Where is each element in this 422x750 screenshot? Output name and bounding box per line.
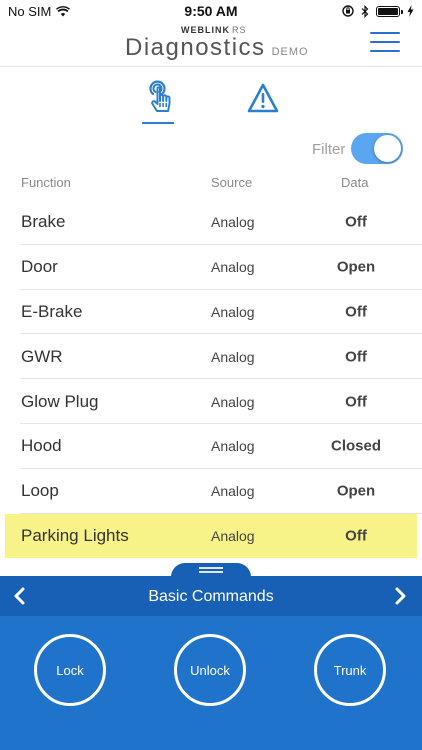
data-cell: Open <box>336 482 376 500</box>
header-divider <box>0 66 422 67</box>
source-cell: Analog <box>211 438 255 455</box>
status-left: No SIM <box>8 3 71 19</box>
source-cell: Analog <box>211 483 255 500</box>
menu-line <box>370 32 400 34</box>
active-tab-indicator <box>142 122 174 124</box>
trunk-label: Trunk <box>333 662 367 678</box>
demo-badge: DEMO <box>271 46 309 58</box>
source-cell: Analog <box>211 259 255 276</box>
source-cell: Analog <box>211 527 255 544</box>
lock-button[interactable]: Lock <box>34 634 106 706</box>
chevron-right-icon <box>395 587 406 605</box>
orientation-lock-icon <box>342 5 354 17</box>
source-cell: Analog <box>211 348 255 365</box>
handle-line <box>199 571 223 573</box>
function-cell: Door <box>21 257 58 277</box>
table-row[interactable]: E-Brake Analog Off <box>0 290 422 335</box>
source-cell: Analog <box>211 393 255 410</box>
handle-line <box>199 567 223 569</box>
data-cell: Off <box>345 393 367 411</box>
column-header-data: Data <box>341 175 369 190</box>
carrier-label: No SIM <box>8 3 52 19</box>
charging-bolt-icon <box>407 5 414 17</box>
table-row[interactable]: Hood Analog Closed <box>0 424 422 469</box>
toggle-knob <box>374 135 401 162</box>
bluetooth-icon <box>361 4 369 18</box>
data-cell: Closed <box>330 437 381 455</box>
unlock-button[interactable]: Unlock <box>174 634 246 706</box>
status-bar: No SIM 9:50 AM <box>0 0 422 22</box>
source-cell: Analog <box>211 214 255 231</box>
function-cell: GWR <box>21 346 63 366</box>
diagnostics-table: Brake Analog Off Door Analog Open E-Brak… <box>0 200 422 559</box>
function-cell: Hood <box>21 436 62 456</box>
column-header-source: Source <box>211 175 253 190</box>
battery-icon <box>376 5 403 17</box>
function-cell: E-Brake <box>21 301 83 321</box>
page-title-wrap: Diagnostics DEMO <box>125 34 309 62</box>
menu-line <box>370 50 400 52</box>
unlock-label: Unlock <box>190 662 230 678</box>
wifi-icon <box>56 5 71 16</box>
data-cell: Open <box>336 258 376 276</box>
table-row[interactable]: Glow Plug Analog Off <box>0 379 422 424</box>
page-title: Diagnostics <box>125 34 266 61</box>
commands-panel: Basic Commands Lock Unlock Trunk <box>0 576 422 750</box>
data-cell: Off <box>345 527 367 545</box>
filter-label: Filter <box>312 141 346 158</box>
battery-fill <box>378 7 398 15</box>
touch-hand-icon <box>149 80 171 112</box>
data-cell: Off <box>345 213 367 231</box>
function-cell: Brake <box>21 212 66 232</box>
commands-title: Basic Commands <box>148 588 274 605</box>
status-right <box>342 4 414 18</box>
data-cell: Off <box>345 348 367 366</box>
column-header-function: Function <box>21 175 71 190</box>
function-cell: Glow Plug <box>21 391 99 411</box>
source-cell: Analog <box>211 303 255 320</box>
warning-icon <box>247 83 279 113</box>
table-row[interactable]: Brake Analog Off <box>0 200 422 245</box>
hamburger-menu-button[interactable] <box>370 30 400 54</box>
table-row-highlighted[interactable]: Parking Lights Analog Off <box>5 513 417 559</box>
table-row[interactable]: Loop Analog Open <box>0 469 422 514</box>
function-cell: Parking Lights <box>21 525 129 545</box>
menu-line <box>370 41 400 43</box>
filter-toggle[interactable] <box>351 133 403 164</box>
app-header: WEBLINK RS Diagnostics DEMO <box>0 22 422 66</box>
tab-diagnostics[interactable] <box>140 80 176 116</box>
data-cell: Off <box>345 303 367 321</box>
table-row[interactable]: GWR Analog Off <box>0 334 422 379</box>
table-row[interactable]: Door Analog Open <box>0 245 422 290</box>
commands-bar: Basic Commands <box>0 576 422 616</box>
tab-alerts[interactable] <box>246 82 280 114</box>
trunk-button[interactable]: Trunk <box>314 634 386 706</box>
lock-label: Lock <box>56 662 84 678</box>
next-button[interactable] <box>390 586 410 606</box>
drawer-handle[interactable] <box>171 563 251 577</box>
function-cell: Loop <box>21 481 59 501</box>
